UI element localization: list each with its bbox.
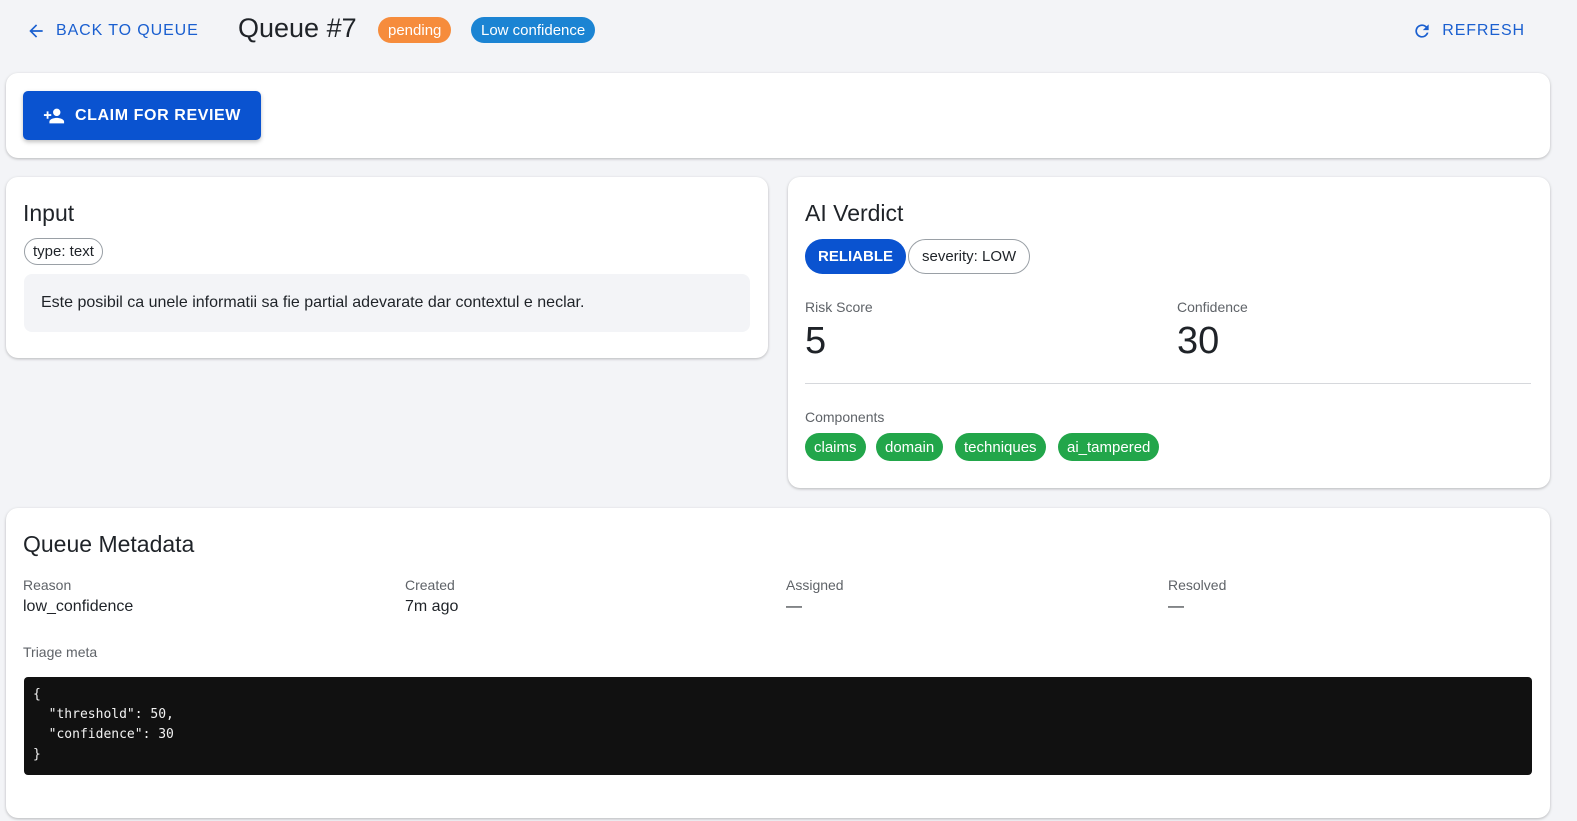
arrow-left-icon <box>29 24 43 38</box>
status-badge: pending <box>378 17 452 43</box>
claim-for-review-label: CLAIM FOR REVIEW <box>74 106 242 124</box>
person-add-icon <box>43 108 65 123</box>
triage-meta-label: Triage meta <box>23 644 98 660</box>
confidence-label: Confidence <box>1177 299 1248 315</box>
input-text: Este posibil ca unele informatii sa fie … <box>24 274 750 332</box>
reason-value: low_confidence <box>23 598 134 615</box>
ai-verdict-card: AI Verdict RELIABLE severity: LOW Risk S… <box>788 177 1550 488</box>
resolved-label: Resolved <box>1168 577 1227 593</box>
component-chip-domain: domain <box>876 433 944 461</box>
actions-card: CLAIM FOR REVIEW <box>6 73 1550 158</box>
created-label: Created <box>405 577 455 593</box>
page-title: Queue #7 <box>238 13 357 43</box>
assigned-label: Assigned <box>786 577 844 593</box>
component-chip-ai-tampered: ai_tampered <box>1058 433 1160 461</box>
component-chip-claims: claims <box>805 433 866 461</box>
divider <box>805 383 1531 384</box>
top-bar: BACK TO QUEUE Queue #7 pending Low confi… <box>0 0 1577 62</box>
verdict-badge: RELIABLE <box>805 239 906 274</box>
risk-score-value: 5 <box>805 320 827 362</box>
back-to-queue-button[interactable]: BACK TO QUEUE <box>26 18 199 44</box>
components-label: Components <box>805 409 885 425</box>
assigned-value: — <box>786 598 802 615</box>
refresh-label: REFRESH <box>1442 22 1525 39</box>
resolved-value: — <box>1168 598 1184 615</box>
reason-label: Reason <box>23 577 72 593</box>
input-title: Input <box>23 200 75 226</box>
risk-score-label: Risk Score <box>805 299 873 315</box>
ai-verdict-title: AI Verdict <box>805 200 904 226</box>
triage-meta-json: { "threshold": 50, "confidence": 30 } <box>24 677 1532 775</box>
refresh-button[interactable]: REFRESH <box>1412 18 1525 44</box>
claim-for-review-button[interactable]: CLAIM FOR REVIEW <box>23 91 261 140</box>
refresh-icon <box>1415 24 1429 38</box>
input-card: Input type: text Este posibil ca unele i… <box>6 177 768 358</box>
confidence-badge: Low confidence <box>471 17 596 43</box>
component-chip-techniques: techniques <box>955 433 1046 461</box>
queue-metadata-card: Queue Metadata Reason low_confidence Cre… <box>6 508 1550 818</box>
created-value: 7m ago <box>405 598 459 615</box>
type-chip: type: text <box>24 238 103 265</box>
back-to-queue-label: BACK TO QUEUE <box>56 22 199 39</box>
queue-metadata-title: Queue Metadata <box>23 531 195 557</box>
severity-chip: severity: LOW <box>908 239 1031 274</box>
confidence-value: 30 <box>1177 320 1220 362</box>
